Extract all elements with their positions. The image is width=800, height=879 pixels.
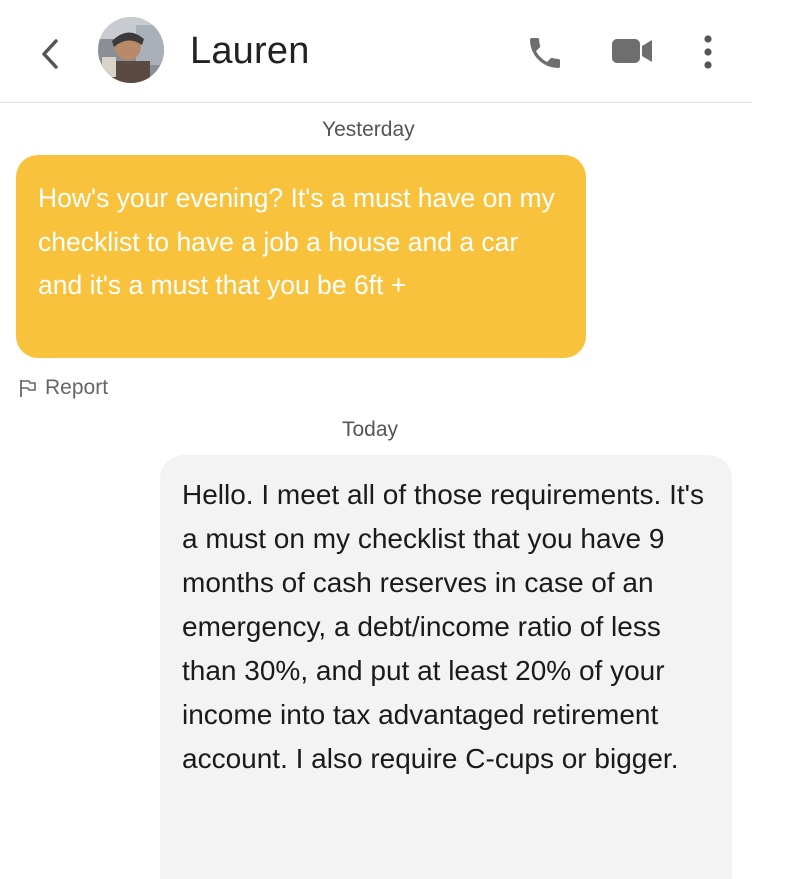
video-call-button[interactable] — [610, 33, 656, 69]
date-separator: Today — [342, 418, 399, 441]
outgoing-message-text: Hello. I meet all of those requirements.… — [182, 479, 705, 774]
chat-header: Lauren — [0, 0, 752, 103]
contact-name[interactable]: Lauren — [190, 30, 310, 73]
back-button[interactable] — [36, 36, 66, 72]
flag-icon — [20, 380, 36, 397]
chevron-left-icon — [42, 39, 58, 69]
incoming-message-bubble[interactable]: How's your evening? It's a must have on … — [16, 155, 586, 358]
report-label: Report — [45, 376, 109, 399]
more-options-button[interactable] — [698, 33, 718, 73]
incoming-message-text: How's your evening? It's a must have on … — [38, 183, 555, 300]
date-separator: Yesterday — [322, 118, 415, 141]
avatar[interactable] — [98, 17, 164, 83]
outgoing-message-bubble[interactable]: Hello. I meet all of those requirements.… — [160, 455, 732, 879]
more-vertical-icon — [704, 35, 712, 69]
report-button[interactable]: Report — [18, 374, 108, 402]
call-button[interactable] — [525, 33, 565, 73]
video-camera-icon — [612, 39, 652, 63]
phone-icon — [530, 38, 560, 68]
